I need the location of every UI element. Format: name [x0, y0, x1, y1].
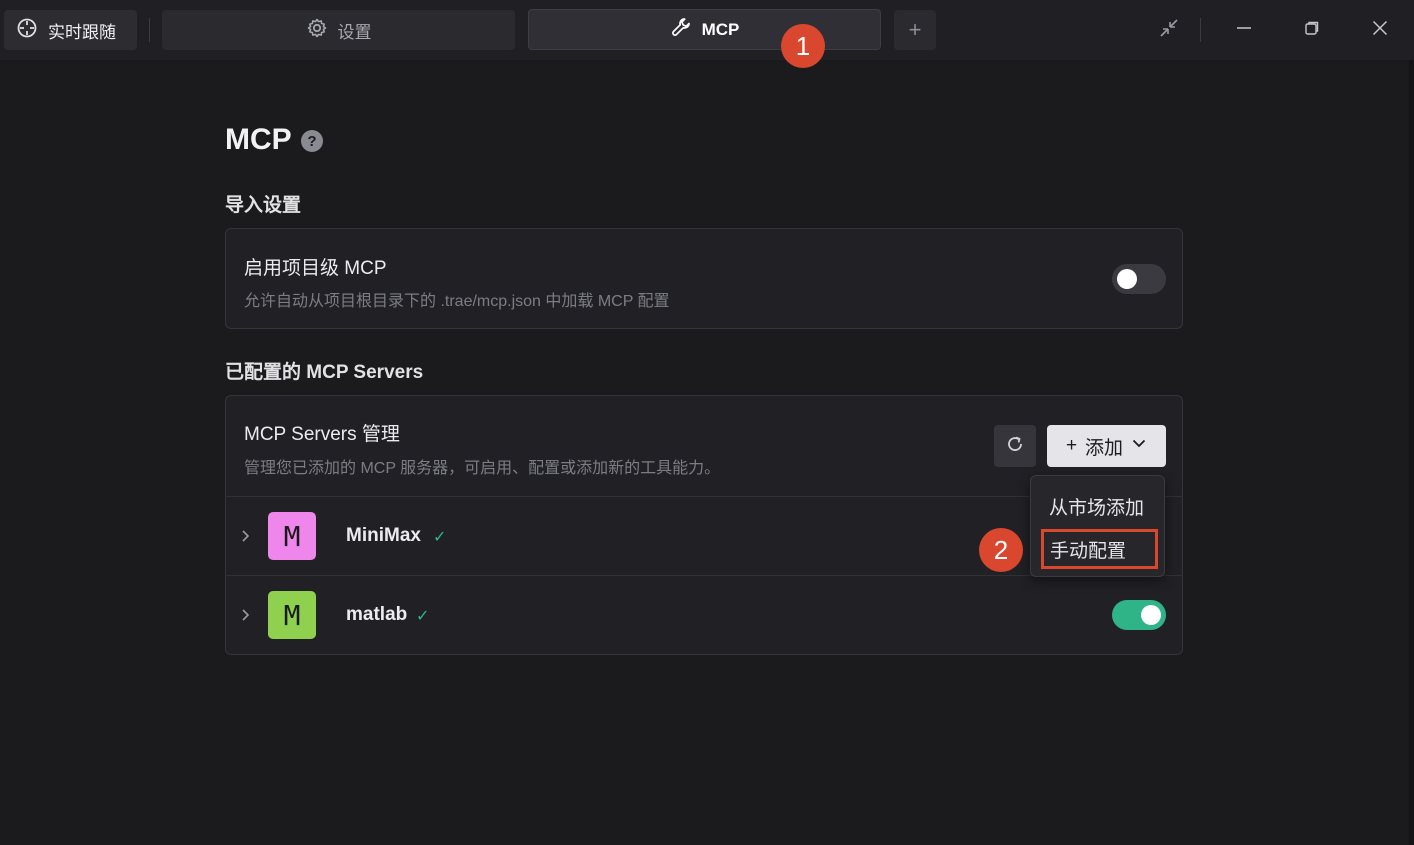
chevron-down-icon: [1131, 435, 1147, 457]
help-icon[interactable]: ?: [301, 130, 323, 152]
step-badge-2: 2: [979, 528, 1023, 572]
servers-card-description: 管理您已添加的 MCP 服务器，可启用、配置或添加新的工具能力。: [244, 460, 721, 477]
tab-settings[interactable]: 设置: [162, 10, 515, 50]
add-server-button-label: 添加: [1085, 437, 1124, 459]
project-mcp-description: 允许自动从项目根目录下的 .trae/mcp.json 中加载 MCP 配置: [244, 293, 670, 310]
live-follow-tab-label: 实时跟随: [48, 22, 116, 42]
tab-mcp-label: MCP: [701, 19, 740, 39]
server-name: MiniMax: [346, 525, 421, 546]
toggle-knob: [1141, 605, 1161, 625]
server-avatar: M: [268, 591, 316, 639]
server-enable-toggle[interactable]: [1112, 600, 1166, 630]
check-icon: ✓: [416, 608, 430, 625]
tab-settings-label: 设置: [337, 22, 372, 42]
live-follow-tab[interactable]: 实时跟随: [4, 10, 137, 50]
add-server-dropdown: 从市场添加 手动配置: [1030, 475, 1165, 577]
add-tab-button[interactable]: +: [894, 10, 936, 50]
collapse-icon: [1158, 17, 1180, 44]
check-icon: ✓: [433, 529, 447, 546]
restore-icon: [1304, 20, 1320, 41]
menu-item-add-from-market[interactable]: 从市场添加: [1041, 488, 1156, 524]
close-button[interactable]: [1346, 0, 1414, 60]
plus-icon: +: [1065, 435, 1078, 456]
chevron-right-icon[interactable]: [240, 606, 252, 629]
tab-mcp[interactable]: MCP: [528, 9, 881, 50]
server-row-matlab[interactable]: M matlab ✓: [226, 576, 1182, 654]
project-mcp-toggle[interactable]: [1112, 264, 1166, 294]
title-bar: 实时跟随 设置 MCP +: [0, 0, 1414, 60]
minimize-button[interactable]: [1210, 0, 1278, 60]
menu-item-manual-config[interactable]: 手动配置: [1041, 529, 1158, 569]
step-badge-1: 1: [781, 24, 825, 68]
configured-servers-heading: 已配置的 MCP Servers: [225, 362, 424, 383]
page-title: MCP: [225, 123, 292, 156]
minimize-icon: [1236, 20, 1252, 41]
server-avatar: M: [268, 512, 316, 560]
window-controls-separator: [1200, 18, 1201, 42]
collapse-button[interactable]: [1150, 14, 1188, 46]
project-mcp-title: 启用项目级 MCP: [244, 258, 387, 279]
server-name: matlab: [346, 604, 408, 625]
close-icon: [1372, 20, 1388, 41]
tab-separator: [149, 18, 150, 42]
wrench-icon: [670, 16, 692, 43]
toggle-knob: [1117, 269, 1137, 289]
add-server-button[interactable]: + 添加: [1047, 425, 1166, 467]
refresh-icon: [1005, 434, 1025, 459]
gear-icon: [306, 17, 328, 44]
servers-card-title: MCP Servers 管理: [244, 424, 400, 445]
refresh-button[interactable]: [994, 425, 1036, 467]
project-mcp-card: 启用项目级 MCP 允许自动从项目根目录下的 .trae/mcp.json 中加…: [225, 228, 1183, 329]
restore-button[interactable]: [1278, 0, 1346, 60]
plus-icon: +: [908, 17, 922, 42]
scrollbar-track[interactable]: [1409, 60, 1414, 845]
crosshair-icon: [16, 17, 38, 44]
import-settings-heading: 导入设置: [225, 195, 302, 216]
chevron-right-icon[interactable]: [240, 527, 252, 550]
